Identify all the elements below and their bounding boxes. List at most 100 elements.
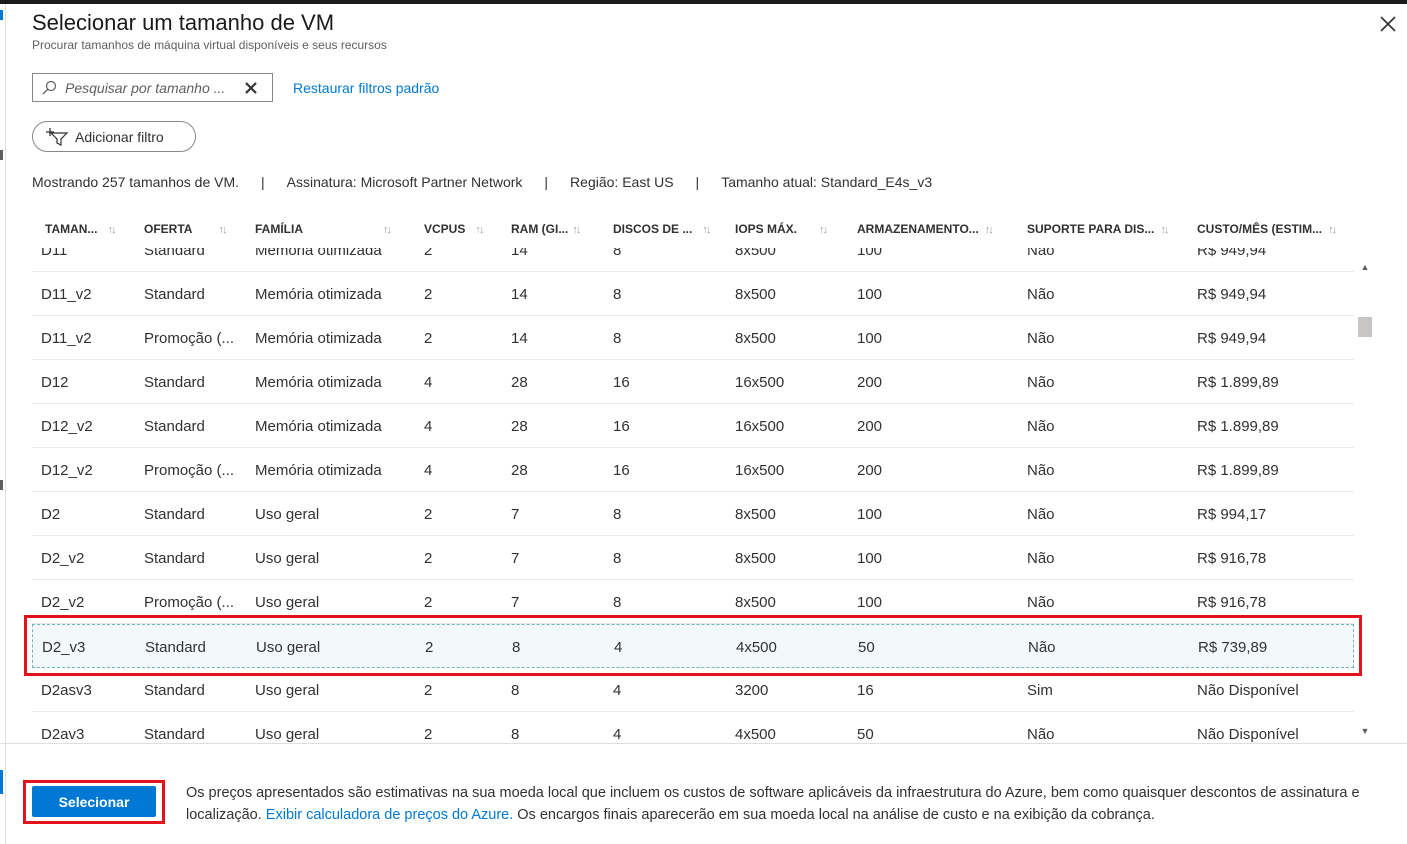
cell-ram: 7 bbox=[511, 550, 520, 567]
add-filter-button[interactable]: Adicionar filtro bbox=[32, 121, 196, 152]
cell-disks: 8 bbox=[613, 594, 622, 611]
footer-divider bbox=[0, 743, 1407, 744]
cell-disk-support: Não bbox=[1027, 248, 1055, 259]
cell-size: D12_v2 bbox=[41, 462, 93, 479]
vm-size-grid: D11 Standard Memória otimizada 2 14 8 8x500 100… bbox=[32, 248, 1354, 742]
cell-disks: 16 bbox=[613, 374, 630, 391]
cell-size: D2_v3 bbox=[42, 639, 86, 656]
scroll-thumb[interactable] bbox=[1358, 317, 1372, 337]
cell-cost: R$ 949,94 bbox=[1197, 286, 1267, 303]
cell-iops: 8x500 bbox=[735, 330, 776, 347]
cell-offer: Standard bbox=[144, 682, 205, 699]
cell-disks: 8 bbox=[613, 550, 622, 567]
table-row[interactable]: D2_v2 Promoção (... Uso geral 2 7 8 8x500 100 Nã… bbox=[32, 580, 1354, 624]
cell-vcpus: 2 bbox=[424, 550, 433, 567]
cell-size: D11_v2 bbox=[41, 286, 92, 303]
table-row[interactable]: D12_v2 Promoção (... Memória otimizada 4 28 1… bbox=[32, 448, 1354, 492]
column-header-cost[interactable]: CUSTO/MÊS (ESTIM... ↑↓ bbox=[1197, 222, 1337, 236]
close-button[interactable] bbox=[1376, 12, 1400, 36]
grid-rows: D11 Standard Memória otimizada 2 14 8 8x500 100… bbox=[32, 248, 1354, 742]
background-blade-edge bbox=[0, 4, 6, 844]
table-header: TAMAN... ↑↓ OFERTA ↑↓ FAMÍLIA ↑↓ VCPUS ↑↓ RA… bbox=[32, 212, 1354, 248]
cell-offer: Promoção (... bbox=[144, 330, 235, 347]
cell-cost: R$ 994,17 bbox=[1197, 506, 1267, 523]
scroll-down-icon[interactable]: ▼ bbox=[1360, 726, 1370, 736]
scroll-up-icon[interactable]: ▲ bbox=[1360, 262, 1370, 272]
cell-family: Memória otimizada bbox=[255, 462, 382, 479]
summary-current-size: Tamanho atual: Standard_E4s_v3 bbox=[721, 174, 933, 190]
column-header-storage[interactable]: ARMAZENAMENTO... ↑↓ bbox=[857, 222, 994, 236]
cell-cost: R$ 916,78 bbox=[1197, 550, 1267, 567]
table-row[interactable]: D12_v2 Standard Memória otimizada 4 28 16 16x5… bbox=[32, 404, 1354, 448]
clear-search-button[interactable] bbox=[235, 74, 267, 101]
table-row[interactable]: D2av3 Standard Uso geral 2 8 4 4x500 50 Não Não D… bbox=[32, 712, 1354, 742]
search-box[interactable] bbox=[32, 73, 273, 102]
cell-storage: 100 bbox=[857, 550, 883, 567]
summary-count: Mostrando 257 tamanhos de VM. bbox=[32, 174, 240, 190]
search-icon bbox=[33, 74, 65, 101]
cell-iops: 8x500 bbox=[735, 506, 776, 523]
table-row[interactable]: D2 Standard Uso geral 2 7 8 8x500 100 Não R$ 994,… bbox=[32, 492, 1354, 536]
sort-icon: ↑↓ bbox=[984, 224, 994, 236]
column-header-size[interactable]: TAMAN... ↑↓ bbox=[45, 222, 116, 236]
select-button[interactable]: Selecionar bbox=[32, 786, 156, 817]
add-filter-label: Adicionar filtro bbox=[75, 128, 164, 145]
cell-cost: Não Disponível bbox=[1197, 682, 1299, 699]
cell-disk-support: Não bbox=[1027, 330, 1055, 347]
column-header-vcpus[interactable]: VCPUS ↑↓ bbox=[424, 222, 484, 236]
table-row[interactable]: D11 Standard Memória otimizada 2 14 8 8x500 100… bbox=[32, 248, 1354, 272]
cell-family: Memória otimizada bbox=[255, 418, 382, 435]
cell-cost: R$ 916,78 bbox=[1197, 594, 1267, 611]
cell-storage: 16 bbox=[857, 682, 874, 699]
cell-vcpus: 4 bbox=[424, 462, 433, 479]
cell-ram: 28 bbox=[511, 418, 528, 435]
cell-family: Uso geral bbox=[256, 639, 321, 656]
page-title: Selecionar um tamanho de VM bbox=[32, 10, 335, 35]
column-header-iops[interactable]: IOPS MÁX. ↑↓ bbox=[735, 222, 828, 236]
add-filter-icon bbox=[46, 127, 69, 146]
table-row[interactable]: D2asv3 Standard Uso geral 2 8 4 3200 16 Sim Não D… bbox=[32, 668, 1354, 712]
grid-scrollbar[interactable]: ▲ ▼ bbox=[1356, 258, 1374, 742]
cell-size: D11_v2 bbox=[41, 330, 92, 347]
summary-separator: | bbox=[544, 174, 549, 190]
table-row[interactable]: D11_v2 Promoção (... Memória otimizada 2 14 8… bbox=[32, 316, 1354, 360]
column-header-disks[interactable]: DISCOS DE ... ↑↓ bbox=[613, 222, 711, 236]
cell-ram: 8 bbox=[511, 726, 520, 742]
search-input[interactable] bbox=[65, 79, 235, 96]
cell-disks: 16 bbox=[613, 462, 630, 479]
cell-cost: R$ 1.899,89 bbox=[1197, 418, 1279, 435]
column-header-family[interactable]: FAMÍLIA ↑↓ bbox=[255, 222, 392, 236]
table-row[interactable]: D2_v2 Standard Uso geral 2 7 8 8x500 100 Não R$ 9… bbox=[32, 536, 1354, 580]
cell-storage: 100 bbox=[857, 330, 883, 347]
cell-storage: 200 bbox=[857, 374, 883, 391]
column-header-disk-support[interactable]: SUPORTE PARA DIS... ↑↓ bbox=[1027, 222, 1169, 236]
cell-disks: 4 bbox=[613, 726, 622, 742]
sort-icon: ↑↓ bbox=[218, 224, 227, 236]
cell-family: Uso geral bbox=[255, 594, 320, 611]
restore-filters-link[interactable]: Restaurar filtros padrão bbox=[293, 80, 439, 96]
cell-cost: R$ 949,94 bbox=[1197, 330, 1267, 347]
column-header-offer[interactable]: OFERTA ↑↓ bbox=[144, 222, 227, 236]
cell-family: Uso geral bbox=[255, 550, 320, 567]
cell-vcpus: 2 bbox=[424, 594, 433, 611]
table-row[interactable]: D11_v2 Standard Memória otimizada 2 14 8 8x500… bbox=[32, 272, 1354, 316]
cell-iops: 16x500 bbox=[735, 374, 785, 391]
table-row-selected[interactable]: D2_v3 Standard Uso geral 2 8 4 4x500 50 Não R$ 73… bbox=[32, 624, 1354, 668]
cell-vcpus: 2 bbox=[424, 506, 433, 523]
sort-icon: ↑↓ bbox=[107, 224, 116, 236]
summary-separator: | bbox=[695, 174, 700, 190]
pricing-note-text-end: Os encargos finais aparecerão em sua moe… bbox=[513, 807, 1155, 823]
clear-icon bbox=[245, 81, 257, 94]
cell-storage: 50 bbox=[858, 639, 875, 656]
cell-size: D2_v2 bbox=[41, 550, 85, 567]
cell-disk-support: Não bbox=[1027, 286, 1055, 303]
cell-disks: 4 bbox=[614, 639, 623, 656]
cell-vcpus: 2 bbox=[424, 726, 433, 742]
column-header-ram[interactable]: RAM (GI... ↑↓ bbox=[511, 222, 581, 236]
cell-offer: Standard bbox=[144, 418, 205, 435]
table-row[interactable]: D12 Standard Memória otimizada 4 28 16 16x500 2… bbox=[32, 360, 1354, 404]
cell-vcpus: 2 bbox=[424, 330, 433, 347]
pricing-calculator-link[interactable]: Exibir calculadora de preços do Azure. bbox=[266, 807, 513, 823]
cell-storage: 200 bbox=[857, 462, 883, 479]
cell-disk-support: Não bbox=[1027, 462, 1055, 479]
